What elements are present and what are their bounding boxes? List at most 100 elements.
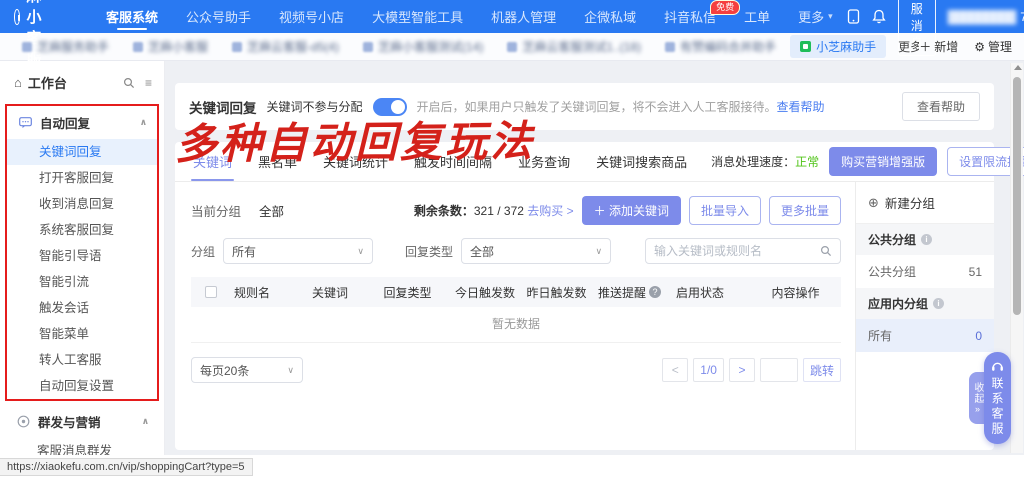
- plus-icon: ＋: [919, 38, 931, 55]
- home-icon: ⌂: [14, 75, 22, 90]
- scroll-up-arrow-icon[interactable]: [1014, 65, 1022, 70]
- sidebar-item-smart-drainage[interactable]: 智能引流: [7, 269, 157, 295]
- nav-item-llm-tools[interactable]: 大模型智能工具: [358, 0, 477, 33]
- account-tab-blurred[interactable]: 芝麻小客服测试(14): [353, 35, 493, 58]
- logo-smiley-icon: [14, 9, 20, 25]
- vertical-scrollbar[interactable]: [1010, 63, 1023, 453]
- select-all-checkbox[interactable]: [205, 286, 217, 298]
- keyword-reply-header-card: 关键词回复 关键词不参与分配 开启后，如果用户只触发了关键词回复，将不会进入人工…: [175, 83, 994, 130]
- sidebar-section-auto-reply[interactable]: 自动回复 ∧: [7, 106, 157, 139]
- nav-item-bot-management[interactable]: 机器人管理: [477, 0, 570, 33]
- question-mark-icon[interactable]: ?: [649, 286, 661, 298]
- table-header-row: 规则名 关键词 回复类型 今日触发数 昨日触发数 推送提醒? 启用状态 内容操作: [191, 277, 841, 307]
- sidebar-item-smart-guide[interactable]: 智能引导语: [7, 243, 157, 269]
- accounts-more-dropdown[interactable]: 更多(11) ∨: [888, 38, 919, 55]
- current-group-label: 当前分组: [191, 201, 241, 220]
- nav-item-customer-service-system[interactable]: 客服系统: [92, 0, 172, 33]
- contact-float-widget: 收起 » 联系客服: [969, 352, 1011, 444]
- reply-type-select[interactable]: 全部∨: [461, 238, 611, 264]
- manage-accounts-button[interactable]: ⚙管理: [974, 38, 1012, 55]
- scrollbar-thumb[interactable]: [1013, 77, 1021, 315]
- col-reply-type: 回复类型: [380, 284, 452, 301]
- sidebar-item-keyword-reply[interactable]: 关键词回复: [7, 139, 157, 165]
- no-distribution-toggle[interactable]: [373, 98, 407, 116]
- group-item-public[interactable]: 公共分组 51: [856, 255, 994, 288]
- account-tabs: 芝麻服务助手 芝麻小客服 芝麻云客服-d5(4) 芝麻小客服测试(14) 芝麻云…: [12, 35, 919, 58]
- account-tab-blurred[interactable]: 芝麻云客服-d5(4): [222, 35, 349, 58]
- megaphone-circle-icon: [17, 415, 30, 428]
- keyword-table: 规则名 关键词 回复类型 今日触发数 昨日触发数 推送提醒? 启用状态 内容操作…: [191, 277, 841, 343]
- tab-keyword-search-product[interactable]: 关键词搜索商品: [594, 142, 689, 181]
- chevron-down-icon: ∨: [287, 365, 294, 376]
- tab-keyword[interactable]: 关键词: [191, 142, 234, 181]
- nav-item-more[interactable]: 更多▾: [784, 0, 847, 33]
- user-account-menu[interactable]: █████████ 7 vip 3 ▾: [948, 10, 1024, 24]
- mobile-phone-icon[interactable]: [847, 9, 860, 24]
- toggle-hint: 开启后，如果用户只触发了关键词回复，将不会进入人工客服接待。查看帮助: [417, 98, 825, 115]
- hint-help-link[interactable]: 查看帮助: [777, 100, 825, 114]
- go-buy-link[interactable]: 去购买 >: [527, 204, 573, 218]
- group-item-all[interactable]: 所有 0: [856, 319, 994, 352]
- tab-keyword-stats[interactable]: 关键词统计: [321, 142, 390, 181]
- tab-blacklist[interactable]: 黑名单: [256, 142, 299, 181]
- new-group-button[interactable]: ⊕ 新建分组: [856, 182, 994, 224]
- add-keyword-button[interactable]: ＋ 添加关键词: [582, 196, 681, 225]
- app-window: 芝麻小客服 客服系统 公众号助手 视频号小店 大模型智能工具 机器人管理 企微私…: [0, 0, 1024, 479]
- account-tab-blurred[interactable]: 芝麻云客服测试1..(18): [497, 35, 651, 58]
- sidebar-item-open-service-reply[interactable]: 打开客服回复: [7, 165, 157, 191]
- sidebar-section-mass-marketing[interactable]: 群发与营销 ∧: [5, 405, 159, 438]
- keyword-management-card: 关键词 黑名单 关键词统计 触发时间间隔 业务查询 关键词搜索商品 消息处理速度…: [175, 142, 994, 450]
- username-suffix: 7: [1020, 10, 1024, 24]
- batch-import-button[interactable]: 批量导入: [689, 196, 761, 225]
- info-icon[interactable]: i: [921, 234, 932, 245]
- next-page-button[interactable]: >: [729, 358, 755, 382]
- add-account-button[interactable]: ＋新增: [919, 38, 958, 55]
- view-help-button[interactable]: 查看帮助: [902, 92, 980, 121]
- keyword-search-input[interactable]: [654, 244, 820, 258]
- account-tab-blurred[interactable]: 芝麻小客服: [123, 35, 218, 58]
- prev-page-button[interactable]: <: [662, 358, 688, 382]
- contact-service-button[interactable]: 联系客服: [984, 352, 1011, 444]
- account-tab-active-xiaozhima[interactable]: 小芝麻助手: [790, 35, 886, 58]
- speed-value: 正常: [795, 155, 819, 169]
- nav-item-douyin-dm[interactable]: 抖音私信 免费: [650, 0, 730, 33]
- tab-business-query[interactable]: 业务查询: [516, 142, 572, 181]
- page-indicator: 1/0: [693, 358, 724, 382]
- nav-item-channels-shop[interactable]: 视频号小店: [265, 0, 358, 33]
- bell-icon[interactable]: [872, 9, 886, 24]
- reply-type-filter-label: 回复类型: [405, 243, 453, 260]
- sidebar-item-transfer-human[interactable]: 转人工客服: [7, 347, 157, 373]
- menu-list-icon[interactable]: ≡: [145, 77, 152, 89]
- col-enable-status: 启用状态: [672, 284, 750, 301]
- account-tab-blurred[interactable]: 芝麻服务助手: [12, 35, 119, 58]
- search-icon[interactable]: [123, 77, 135, 89]
- group-filter-select[interactable]: 所有∨: [223, 238, 373, 264]
- group-filter-label: 分组: [191, 243, 215, 260]
- red-highlight-box: 自动回复 ∧ 关键词回复 打开客服回复 收到消息回复 系统客服回复 智能引导语 …: [5, 104, 159, 401]
- chevron-down-icon: ∨: [595, 246, 602, 257]
- primary-nav: 客服系统 公众号助手 视频号小店 大模型智能工具 机器人管理 企微私域 抖音私信…: [92, 0, 847, 33]
- sidebar-item-received-message-reply[interactable]: 收到消息回复: [7, 191, 157, 217]
- tab-trigger-interval[interactable]: 触发时间间隔: [412, 142, 494, 181]
- chevron-down-icon: ∨: [357, 246, 364, 257]
- sidebar-item-trigger-session[interactable]: 触发会话: [7, 295, 157, 321]
- search-icon[interactable]: [820, 245, 832, 257]
- sidebar-item-auto-reply-settings[interactable]: 自动回复设置: [7, 373, 157, 399]
- account-tab-blurred[interactable]: 有赞编码合并助手: [655, 35, 786, 58]
- sidebar-item-smart-menu[interactable]: 智能菜单: [7, 321, 157, 347]
- nav-item-work-order[interactable]: 工单: [730, 0, 784, 33]
- jump-button[interactable]: 跳转: [803, 358, 841, 382]
- info-icon[interactable]: i: [933, 298, 944, 309]
- page-size-select[interactable]: 每页20条∨: [191, 357, 303, 383]
- buy-marketing-upgrade-button[interactable]: 购买营销增强版: [829, 147, 937, 176]
- chat-bubble-icon: [19, 117, 32, 129]
- nav-item-official-account-assistant[interactable]: 公众号助手: [172, 0, 265, 33]
- nav-item-wecom-private[interactable]: 企微私域: [570, 0, 650, 33]
- sidebar-item-system-service-reply[interactable]: 系统客服回复: [7, 217, 157, 243]
- account-icon: [232, 42, 242, 52]
- more-batch-button[interactable]: 更多批量: [769, 196, 841, 225]
- toggle-label: 关键词不参与分配: [267, 98, 363, 115]
- jump-page-input[interactable]: [760, 358, 798, 382]
- sidebar: ⌂ 工作台 ≡ 自动回复 ∧ 关键词回复 打开客服回复 收到消息回复: [0, 61, 165, 479]
- col-keyword: 关键词: [308, 284, 380, 301]
